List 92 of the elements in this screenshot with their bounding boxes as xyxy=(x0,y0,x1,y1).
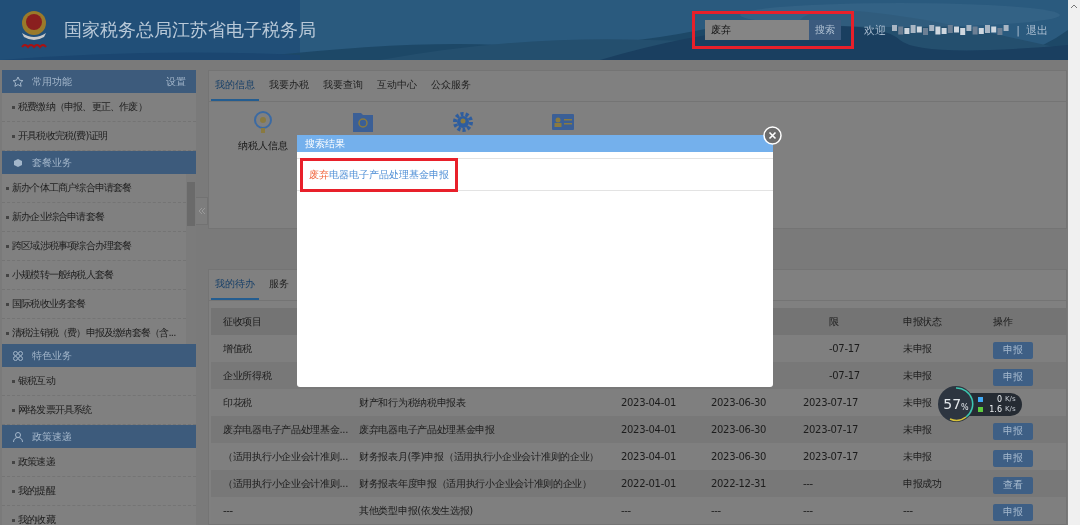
separator-text: | xyxy=(1016,23,1020,37)
sidebar-item[interactable]: 我的提醒 xyxy=(2,477,196,506)
close-icon[interactable] xyxy=(763,126,782,145)
table-cell: 未申报 xyxy=(903,449,933,464)
tab[interactable]: 公众服务 xyxy=(427,71,475,101)
tab[interactable]: 互动中心 xyxy=(373,71,421,101)
tab[interactable]: 服务 xyxy=(265,270,293,300)
action-button[interactable]: 申报 xyxy=(993,503,1033,521)
table-cell: 财产和行为税纳税申报表 xyxy=(359,395,466,410)
column-header: 限 xyxy=(829,314,839,329)
table-cell: 2023-06-30 xyxy=(711,424,767,435)
table-cell: 企业所得税 xyxy=(223,368,272,383)
section-title: 常用功能 xyxy=(32,74,72,89)
action-button[interactable]: 申报 xyxy=(993,368,1033,386)
result-link[interactable]: 废弃电器电子产品处理基金申报 xyxy=(300,157,458,192)
speed-value: 0 xyxy=(995,394,1002,404)
tab[interactable]: 我的待办 xyxy=(211,270,259,300)
table-cell: 未申报 xyxy=(903,395,933,410)
folder-icon[interactable] xyxy=(351,110,375,134)
badge-icon[interactable] xyxy=(251,110,275,134)
table-cell: --- xyxy=(223,505,233,516)
tab[interactable]: 我要办税 xyxy=(265,71,313,101)
table-cell: 2023-07-17 xyxy=(803,397,859,408)
table-cell: 2023-04-01 xyxy=(621,397,677,408)
column-header: 征收项目 xyxy=(223,314,262,329)
site-title: 国家税务总局江苏省电子税务局 xyxy=(64,18,316,42)
action-button[interactable]: 查看 xyxy=(993,476,1033,494)
table-cell: 废弃电器电子产品处理基金... xyxy=(223,422,349,437)
welcome-label: 欢迎 xyxy=(864,22,887,38)
table-cell: 财务报表月(季)申报（适用执行小企业会计准则的企业） xyxy=(359,449,599,464)
collapse-button[interactable] xyxy=(196,197,208,225)
action-button[interactable]: 申报 xyxy=(993,449,1033,467)
table-cell: 2023-06-30 xyxy=(711,451,767,462)
sidebar-item[interactable]: 开具税收完税(费)证明 xyxy=(2,122,196,151)
dialog-title: 搜索结果 xyxy=(297,135,773,152)
table-cell: --- xyxy=(711,505,721,516)
table-cell: 未申报 xyxy=(903,422,933,437)
table-cell: （适用执行小企业会计准则... xyxy=(223,449,349,464)
person-icon xyxy=(12,430,24,443)
grid-icon xyxy=(12,349,24,362)
cube-icon xyxy=(12,156,24,169)
table-cell: -07-17 xyxy=(829,343,860,354)
table-cell: 2023-07-17 xyxy=(803,451,859,462)
table-cell: 2022-12-31 xyxy=(711,478,767,489)
percent-unit: % xyxy=(961,402,969,412)
table-cell: 未申报 xyxy=(903,341,933,356)
sidebar-item[interactable]: 网络发票开具系统 xyxy=(2,396,196,425)
table-cell: --- xyxy=(803,505,813,516)
table-cell: 2023-06-30 xyxy=(711,397,767,408)
tab[interactable]: 我要查询 xyxy=(319,71,367,101)
info-label[interactable]: 纳税人信息 xyxy=(238,139,288,153)
table-cell: 2023-07-17 xyxy=(803,424,859,435)
table-cell: 2022-01-01 xyxy=(621,478,677,489)
table-cell: --- xyxy=(621,505,631,516)
action-button[interactable]: 申报 xyxy=(993,422,1033,440)
sidebar-item[interactable]: 银税互动 xyxy=(2,367,196,396)
sidebar-item[interactable]: 政策速递 xyxy=(2,448,196,477)
percent-value: 57 xyxy=(943,396,962,412)
action-button[interactable]: 申报 xyxy=(993,341,1033,359)
table-cell: 2023-04-01 xyxy=(621,451,677,462)
section-title: 特色业务 xyxy=(32,348,72,363)
logout-link[interactable]: 退出 xyxy=(1026,22,1048,38)
sidebar-item[interactable]: 税费缴纳（申报、更正、作废） xyxy=(2,93,196,122)
sidebar-item[interactable]: 我的收藏 xyxy=(2,506,196,525)
settings-link[interactable]: 设置 xyxy=(166,74,186,89)
scrollbar[interactable] xyxy=(186,174,196,344)
section-title: 政策速递 xyxy=(32,429,72,444)
column-header: 操作 xyxy=(993,314,1013,329)
table-cell: （适用执行小企业会计准则... xyxy=(223,476,349,491)
usage-dial-icon xyxy=(938,386,974,422)
table-cell: 申报成功 xyxy=(903,476,942,491)
section-title: 套餐业务 xyxy=(32,155,72,170)
double-chevron-icon xyxy=(197,207,206,215)
star-icon xyxy=(12,75,24,88)
tab[interactable]: 我的信息 xyxy=(211,71,259,101)
table-cell: 2023-04-01 xyxy=(621,424,677,435)
table-cell: 印花税 xyxy=(223,395,253,410)
table-cell: --- xyxy=(903,505,913,516)
column-header: 申报状态 xyxy=(903,314,942,329)
table-cell: 增值税 xyxy=(223,341,253,356)
table-cell: 废弃电器电子产品处理基金申报 xyxy=(359,422,495,437)
table-cell: 其他类型申报(依发生选报) xyxy=(359,503,473,518)
chevron-up-icon xyxy=(1070,3,1078,9)
search-button[interactable]: 搜索 xyxy=(809,20,842,40)
page-scrollbar[interactable] xyxy=(1068,0,1080,525)
table-cell: -07-17 xyxy=(829,370,860,381)
table-cell: 财务报表年度申报（适用执行小企业会计准则的企业） xyxy=(359,476,592,491)
table-cell: --- xyxy=(803,478,813,489)
speed-value: 1.6 xyxy=(988,404,1002,414)
gear-icon[interactable] xyxy=(451,110,475,134)
table-cell: 未申报 xyxy=(903,368,933,383)
search-field[interactable]: 废弃 xyxy=(705,20,810,40)
